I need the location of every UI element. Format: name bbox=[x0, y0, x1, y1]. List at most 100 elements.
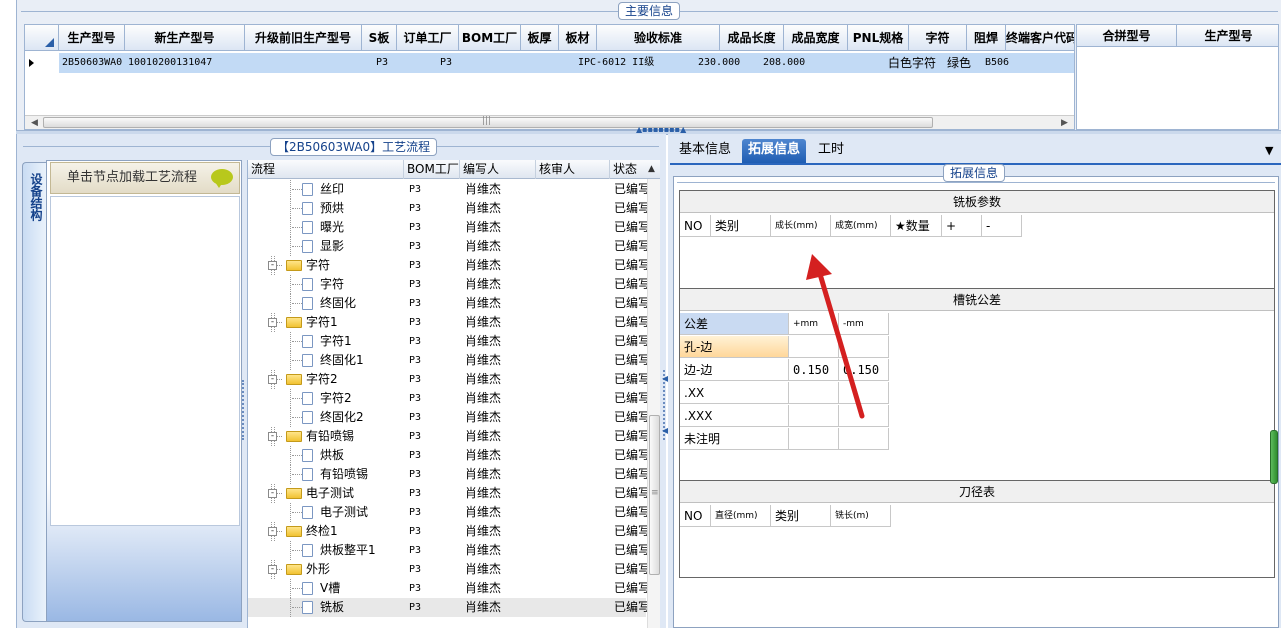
collapse-toggle-icon[interactable]: - bbox=[268, 432, 277, 441]
tree-row[interactable]: V槽 P3 肖维杰 已编写 bbox=[248, 579, 648, 598]
cell-bom-factory[interactable]: P3 bbox=[437, 53, 487, 73]
col-header[interactable]: 板厚 bbox=[521, 25, 559, 51]
cell-thickness[interactable] bbox=[521, 53, 559, 73]
tree-row[interactable]: 字符1 P3 肖维杰 已编写 bbox=[248, 332, 648, 351]
horizontal-scrollbar[interactable]: ◀ ||| ▶ bbox=[25, 115, 1074, 129]
cell-old-model[interactable] bbox=[245, 53, 362, 73]
tree-row[interactable]: 丝印 P3 肖维杰 已编写 bbox=[248, 180, 648, 199]
cell-order-factory[interactable]: P3 bbox=[373, 53, 423, 73]
left-splitter-grip[interactable] bbox=[242, 380, 246, 440]
tolerance-label[interactable]: .XX bbox=[680, 382, 789, 404]
scroll-right-icon[interactable]: ▶ bbox=[1061, 118, 1068, 128]
col-header[interactable]: 类别 bbox=[771, 505, 831, 527]
tree-row[interactable]: - 字符1 P3 肖维杰 已编写 bbox=[248, 313, 648, 332]
cell-length[interactable]: 230.000 bbox=[695, 53, 759, 73]
tree-row[interactable]: 有铅喷锡 P3 肖维杰 已编写 bbox=[248, 465, 648, 484]
vertical-scrollbar[interactable]: ≡ bbox=[647, 179, 660, 628]
tree-row[interactable]: - 外形 P3 肖维杰 已编写 bbox=[248, 560, 648, 579]
tree-row[interactable]: 字符2 P3 肖维杰 已编写 bbox=[248, 389, 648, 408]
main-info-grid[interactable]: 生产型号 新生产型号 升级前旧生产型号 S板 订单工厂 BOM工厂 板厚 板材 … bbox=[24, 24, 1075, 130]
tree-row[interactable]: 显影 P3 肖维杰 已编写 bbox=[248, 237, 648, 256]
tab-menu-dropdown-icon[interactable]: ▼ bbox=[1265, 144, 1273, 157]
tree-row[interactable]: 烘板 P3 肖维杰 已编写 bbox=[248, 446, 648, 465]
col-header[interactable]: 生产型号 bbox=[59, 25, 125, 51]
col-header[interactable]: 合拼型号 bbox=[1077, 25, 1177, 47]
tree-row[interactable]: - 终检1 P3 肖维杰 已编写 bbox=[248, 522, 648, 541]
tolerance-label[interactable]: 边-边 bbox=[680, 359, 789, 381]
scroll-thumb[interactable]: ||| bbox=[43, 116, 933, 128]
col-header[interactable]: 验收标准 bbox=[597, 25, 720, 51]
col-header[interactable]: 公差 bbox=[680, 313, 789, 335]
collapse-toggle-icon[interactable]: - bbox=[268, 527, 277, 536]
col-header[interactable]: ★数量 bbox=[891, 215, 942, 237]
col-header[interactable]: NO bbox=[680, 505, 711, 527]
col-header[interactable]: 成品宽度 bbox=[784, 25, 848, 51]
tree-row[interactable]: 终固化1 P3 肖维杰 已编写 bbox=[248, 351, 648, 370]
tree-row[interactable]: - 电子测试 P3 肖维杰 已编写 bbox=[248, 484, 648, 503]
collapse-toggle-icon[interactable]: - bbox=[268, 489, 277, 498]
tolerance-minus-input[interactable] bbox=[839, 428, 889, 450]
col-header[interactable]: 阻焊 bbox=[967, 25, 1006, 51]
tree-row[interactable]: 曝光 P3 肖维杰 已编写 bbox=[248, 218, 648, 237]
scroll-up-icon[interactable]: ▲ bbox=[648, 164, 655, 174]
cell-prod-model[interactable]: 2B50603WA0 bbox=[59, 53, 125, 73]
col-header[interactable]: 成品长度 bbox=[720, 25, 784, 51]
col-header[interactable]: 订单工厂 bbox=[397, 25, 459, 51]
tolerance-label[interactable]: 孔-边 bbox=[680, 336, 789, 358]
tab-extended-info[interactable]: 拓展信息 bbox=[742, 139, 807, 163]
cell-char[interactable]: 白色字符 bbox=[885, 53, 949, 73]
col-header[interactable]: NO bbox=[680, 215, 711, 237]
col-header[interactable]: 流程 bbox=[248, 160, 404, 179]
tab-basic-info[interactable]: 基本信息 bbox=[673, 139, 737, 163]
col-header[interactable]: 编写人 bbox=[460, 160, 536, 179]
col-header[interactable]: 成宽(mm) bbox=[831, 215, 891, 237]
equipment-tree-area[interactable] bbox=[50, 196, 240, 526]
remove-row-button[interactable]: - bbox=[982, 215, 1022, 237]
process-tree-grid[interactable]: 流程 BOM工厂 编写人 核审人 状态 ▲ 丝印 P3 肖维杰 已编写 预烘 P3 肖维杰已… bbox=[247, 160, 660, 628]
scroll-left-icon[interactable]: ◀ bbox=[31, 118, 38, 128]
tree-row[interactable]: 字符 P3 肖维杰 已编写 bbox=[248, 275, 648, 294]
col-header[interactable]: S板 bbox=[362, 25, 397, 51]
cell-new-model[interactable]: 10010200131047 bbox=[125, 53, 245, 73]
tree-row[interactable]: - 有铅喷锡 P3 肖维杰 已编写 bbox=[248, 427, 648, 446]
scroll-position-indicator[interactable] bbox=[1270, 430, 1278, 484]
splitter-grip-icon[interactable]: ▲▪▪▪▪▪▪▪▲ bbox=[636, 125, 686, 134]
col-header[interactable]: 生产型号 bbox=[1177, 25, 1278, 47]
combined-models-grid[interactable]: 合拼型号 生产型号 bbox=[1076, 24, 1279, 130]
cell-mask[interactable]: 绿色 bbox=[944, 53, 983, 73]
col-header[interactable]: 板材 bbox=[559, 25, 597, 51]
col-header[interactable]: BOM工厂 bbox=[459, 25, 521, 51]
add-row-button[interactable]: + bbox=[942, 215, 982, 237]
col-header[interactable]: 类别 bbox=[711, 215, 771, 237]
col-header[interactable]: 升级前旧生产型号 bbox=[245, 25, 362, 51]
tree-row[interactable]: 电子测试 P3 肖维杰 已编写 bbox=[248, 503, 648, 522]
tolerance-plus-input[interactable] bbox=[789, 428, 839, 450]
collapse-toggle-icon[interactable]: - bbox=[268, 375, 277, 384]
tree-row[interactable]: - 字符2 P3 肖维杰 已编写 bbox=[248, 370, 648, 389]
col-header[interactable]: 成长(mm) bbox=[771, 215, 831, 237]
tree-row[interactable]: 终固化2 P3 肖维杰 已编写 bbox=[248, 408, 648, 427]
collapse-toggle-icon[interactable]: - bbox=[268, 318, 277, 327]
tab-work-hours[interactable]: 工时 bbox=[812, 139, 850, 163]
col-header[interactable]: PNL规格 bbox=[848, 25, 909, 51]
tree-row[interactable]: 终固化 P3 肖维杰 已编写 bbox=[248, 294, 648, 313]
col-header[interactable]: BOM工厂 bbox=[404, 160, 460, 179]
tolerance-label[interactable]: 未注明 bbox=[680, 428, 789, 450]
col-header[interactable]: 核审人 bbox=[536, 160, 610, 179]
cell-width[interactable]: 208.000 bbox=[760, 53, 824, 73]
collapse-toggle-icon[interactable]: - bbox=[268, 565, 277, 574]
tree-row[interactable]: 烘板整平1 P3 肖维杰 已编写 bbox=[248, 541, 648, 560]
tree-row[interactable]: 铣板 P3 肖维杰 已编写 bbox=[248, 598, 648, 617]
col-header[interactable]: 终端客户代码 bbox=[1006, 25, 1074, 51]
side-tab-equipment[interactable]: 设备结构 bbox=[22, 162, 46, 622]
cell-customer[interactable]: B506 bbox=[982, 53, 1052, 73]
tolerance-label[interactable]: .XXX bbox=[680, 405, 789, 427]
scroll-thumb[interactable]: ≡ bbox=[649, 415, 660, 575]
tree-row[interactable]: 预烘 P3 肖维杰 已编写 bbox=[248, 199, 648, 218]
collapse-toggle-icon[interactable]: - bbox=[268, 261, 277, 270]
col-header[interactable]: 直径(mm) bbox=[711, 505, 771, 527]
tree-row[interactable]: - 字符 P3 肖维杰 已编写 bbox=[248, 256, 648, 275]
col-header[interactable]: 铣长(m) bbox=[831, 505, 891, 527]
col-header[interactable]: 新生产型号 bbox=[125, 25, 245, 51]
load-process-button[interactable]: 单击节点加载工艺流程 bbox=[50, 162, 240, 194]
